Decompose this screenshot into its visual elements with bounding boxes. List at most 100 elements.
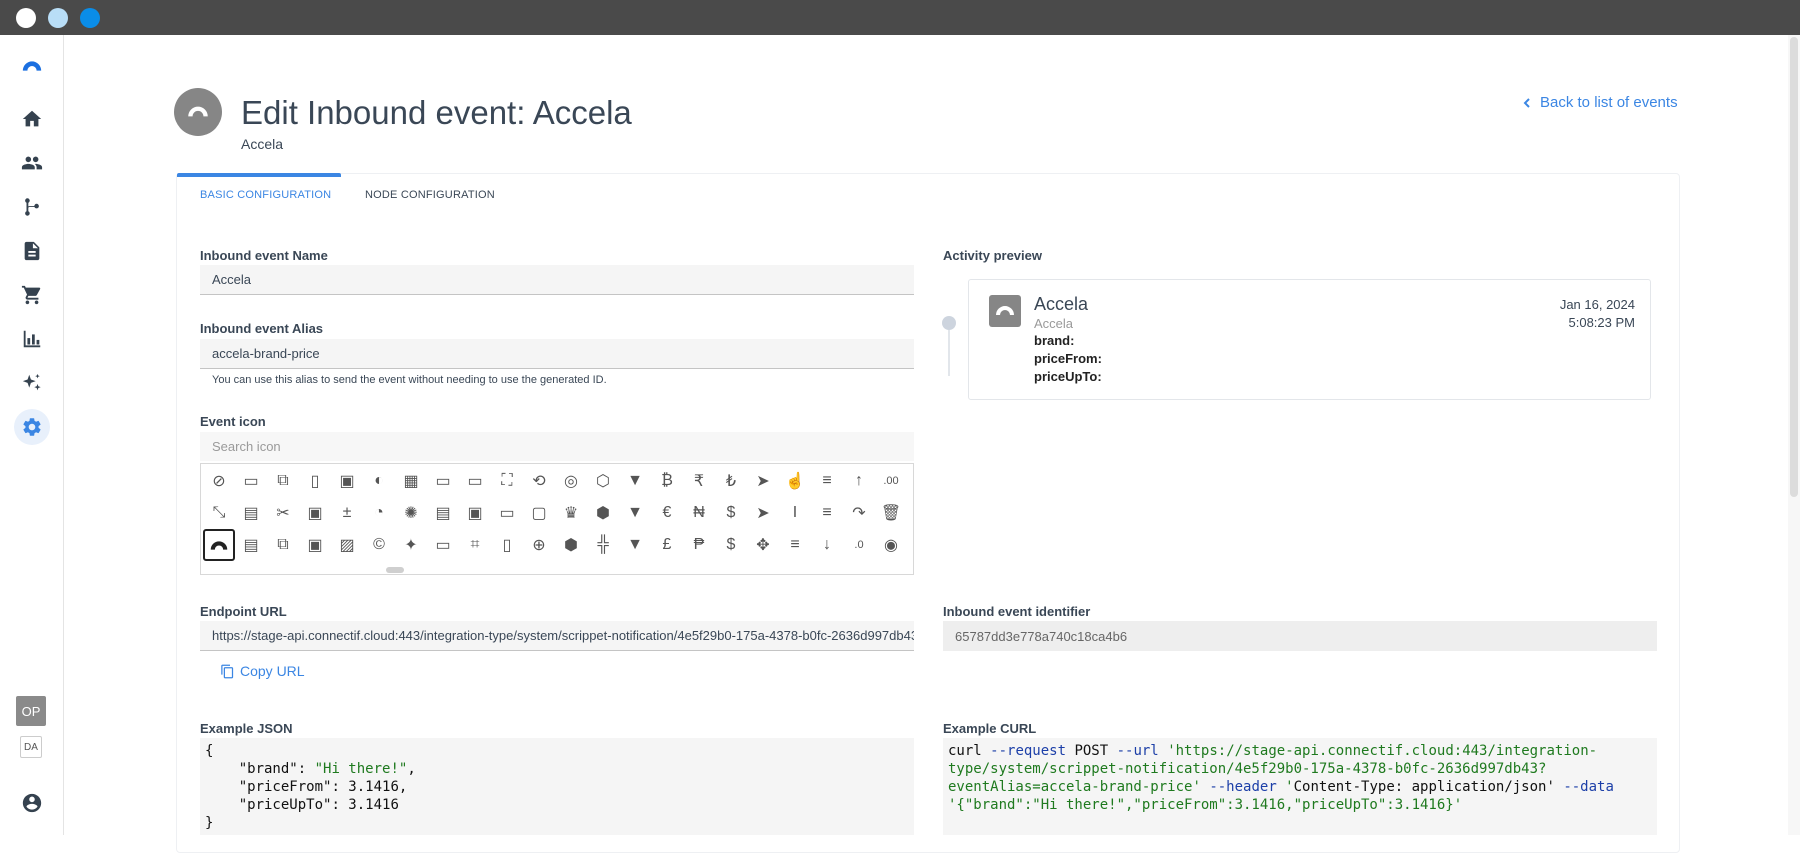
arrow-down-icon[interactable]: ↓ (811, 529, 843, 561)
cubes-icon[interactable]: ⬢ (587, 497, 619, 529)
move-icon[interactable]: ✥ (747, 529, 779, 561)
cursor-outline-icon[interactable]: ➤ (747, 497, 779, 529)
cube-icon[interactable]: ⬡ (587, 465, 619, 497)
decimal-icon[interactable]: .00 (875, 465, 907, 497)
frame-icon[interactable]: ▣ (459, 497, 491, 529)
nav-contacts[interactable] (14, 145, 50, 181)
app-logo[interactable] (14, 48, 50, 84)
icon-grid-scrollbar-thumb[interactable] (386, 567, 404, 573)
target-icon[interactable]: ◎ (555, 465, 587, 497)
nav-store[interactable] (14, 277, 50, 313)
document-icon (24, 241, 40, 261)
tab-basic-configuration[interactable]: BASIC CONFIGURATION (200, 189, 331, 201)
euro-icon[interactable]: € (651, 497, 683, 529)
rainbow-icon[interactable] (203, 529, 235, 561)
nav-workflows[interactable] (14, 189, 50, 225)
sparkles-icon[interactable]: ✦ (395, 529, 427, 561)
naira-icon[interactable]: ₦ (683, 497, 715, 529)
nav-settings[interactable] (14, 409, 50, 445)
cards-stack-icon[interactable]: ▤ (427, 497, 459, 529)
pound-icon[interactable]: £ (651, 529, 683, 561)
square-icon[interactable]: ▢ (523, 497, 555, 529)
window-minimize-dot[interactable] (48, 8, 68, 28)
floppy-icon[interactable]: ▣ (299, 497, 331, 529)
crown-icon[interactable]: ♛ (555, 497, 587, 529)
tab-node-configuration[interactable]: NODE CONFIGURATION (365, 189, 495, 201)
scissors-icon[interactable]: ✂ (267, 497, 299, 529)
bug-icon[interactable]: ✺ (395, 497, 427, 529)
text-cursor-icon[interactable]: Ι (779, 497, 811, 529)
fullscreen-icon[interactable]: ⛶ (491, 465, 523, 497)
rotate-crop-icon[interactable]: ⟲ (523, 465, 555, 497)
copy-icon (221, 664, 234, 678)
cursor-icon[interactable]: ➤ (747, 465, 779, 497)
coin-icon[interactable]: ◉ (875, 529, 907, 561)
palette-icon[interactable]: ◐ (363, 465, 395, 497)
icon-search-input[interactable]: Search icon (200, 432, 914, 461)
phone-icon[interactable]: ▯ (491, 529, 523, 561)
window-maximize-dot[interactable] (80, 8, 100, 28)
card-add-icon[interactable]: ▭ (459, 465, 491, 497)
nav-user[interactable] (14, 785, 50, 821)
save-dots-icon[interactable]: ▣ (331, 465, 363, 497)
clipboard-icon[interactable]: ▯ (299, 465, 331, 497)
card-off-icon[interactable]: ▭ (427, 529, 459, 561)
peso-icon[interactable]: ₱ (683, 529, 715, 561)
page-scrollbar-thumb[interactable] (1790, 37, 1798, 497)
account-badge-da[interactable]: DA (20, 736, 42, 758)
database-icon[interactable]: ≡ (779, 529, 811, 561)
example-curl-code[interactable]: curl --request POST --url 'https://stage… (943, 738, 1657, 835)
nav-content[interactable] (14, 233, 50, 269)
nav-ai[interactable] (14, 365, 50, 401)
dollar-off-icon[interactable]: $ (715, 529, 747, 561)
image-edit-icon[interactable]: ▨ (331, 529, 363, 561)
cup-off-icon[interactable]: ▼ (619, 497, 651, 529)
credit-card-icon[interactable]: ▭ (427, 465, 459, 497)
lira-icon[interactable]: ₺ (715, 465, 747, 497)
arrow-up-icon[interactable]: ↑ (843, 465, 875, 497)
dollar-icon[interactable]: $ (715, 497, 747, 529)
database-plus-icon[interactable]: ≡ (811, 497, 843, 529)
redo-icon[interactable]: ↷ (843, 497, 875, 529)
trash-icon[interactable]: 🗑 (875, 497, 907, 529)
rectangle-icon[interactable]: ▭ (491, 497, 523, 529)
cup-icon[interactable]: ▼ (619, 465, 651, 497)
cube-solid-icon[interactable]: ⬢ (555, 529, 587, 561)
alias-input-value: accela-brand-price (212, 346, 320, 361)
copyright-icon[interactable]: © (363, 529, 395, 561)
nav-reports[interactable] (14, 321, 50, 357)
floppy-multiple-icon[interactable]: ▣ (299, 529, 331, 561)
decimal-decrease-icon[interactable]: .0 (843, 529, 875, 561)
compass-icon[interactable]: ⊘ (203, 465, 235, 497)
contact-card-icon[interactable]: ▤ (235, 497, 267, 529)
hand-pointer-icon[interactable]: ☝ (779, 465, 811, 497)
blocks-icon[interactable]: ╬ (587, 529, 619, 561)
cookie-icon[interactable]: ◔ (363, 497, 395, 529)
example-json-code[interactable]: { "brand": "Hi there!", "priceFrom": 3.1… (200, 738, 914, 835)
plus-minus-icon[interactable]: ± (331, 497, 363, 529)
copy-outline-icon[interactable]: ⧉ (267, 529, 299, 561)
event-icon-label: Event icon (200, 414, 266, 429)
alias-input[interactable]: accela-brand-price (200, 339, 914, 369)
bitcoin-icon[interactable]: ₿ (651, 465, 683, 497)
terminal-icon[interactable]: ▭ (235, 465, 267, 497)
preview-timestamp: Jan 16, 2024 5:08:23 PM (1560, 296, 1635, 332)
copy-icon[interactable]: ⧉ (267, 465, 299, 497)
back-to-list-link[interactable]: Back to list of events (1522, 94, 1678, 111)
contact-box-icon[interactable]: ▤ (235, 529, 267, 561)
copy-url-button[interactable]: Copy URL (220, 663, 305, 679)
crop-icon[interactable]: ⌗ (459, 529, 491, 561)
endpoint-input[interactable]: https://stage-api.connectif.cloud:443/in… (200, 621, 914, 651)
identifier-input[interactable]: 65787dd3e778a740c18ca4b6 (943, 621, 1657, 651)
nav-home[interactable] (14, 101, 50, 137)
page-scrollbar[interactable] (1788, 35, 1800, 835)
resize-icon[interactable]: ⤡ (203, 497, 235, 529)
name-input[interactable]: Accela (200, 265, 914, 295)
database-minus-icon[interactable]: ≡ (811, 465, 843, 497)
crosshair-icon[interactable]: ⊕ (523, 529, 555, 561)
window-close-dot[interactable] (16, 8, 36, 28)
account-badge-op[interactable]: OP (16, 696, 46, 726)
calculator-icon[interactable]: ▦ (395, 465, 427, 497)
basket-icon[interactable]: ▼ (619, 529, 651, 561)
rupee-icon[interactable]: ₹ (683, 465, 715, 497)
